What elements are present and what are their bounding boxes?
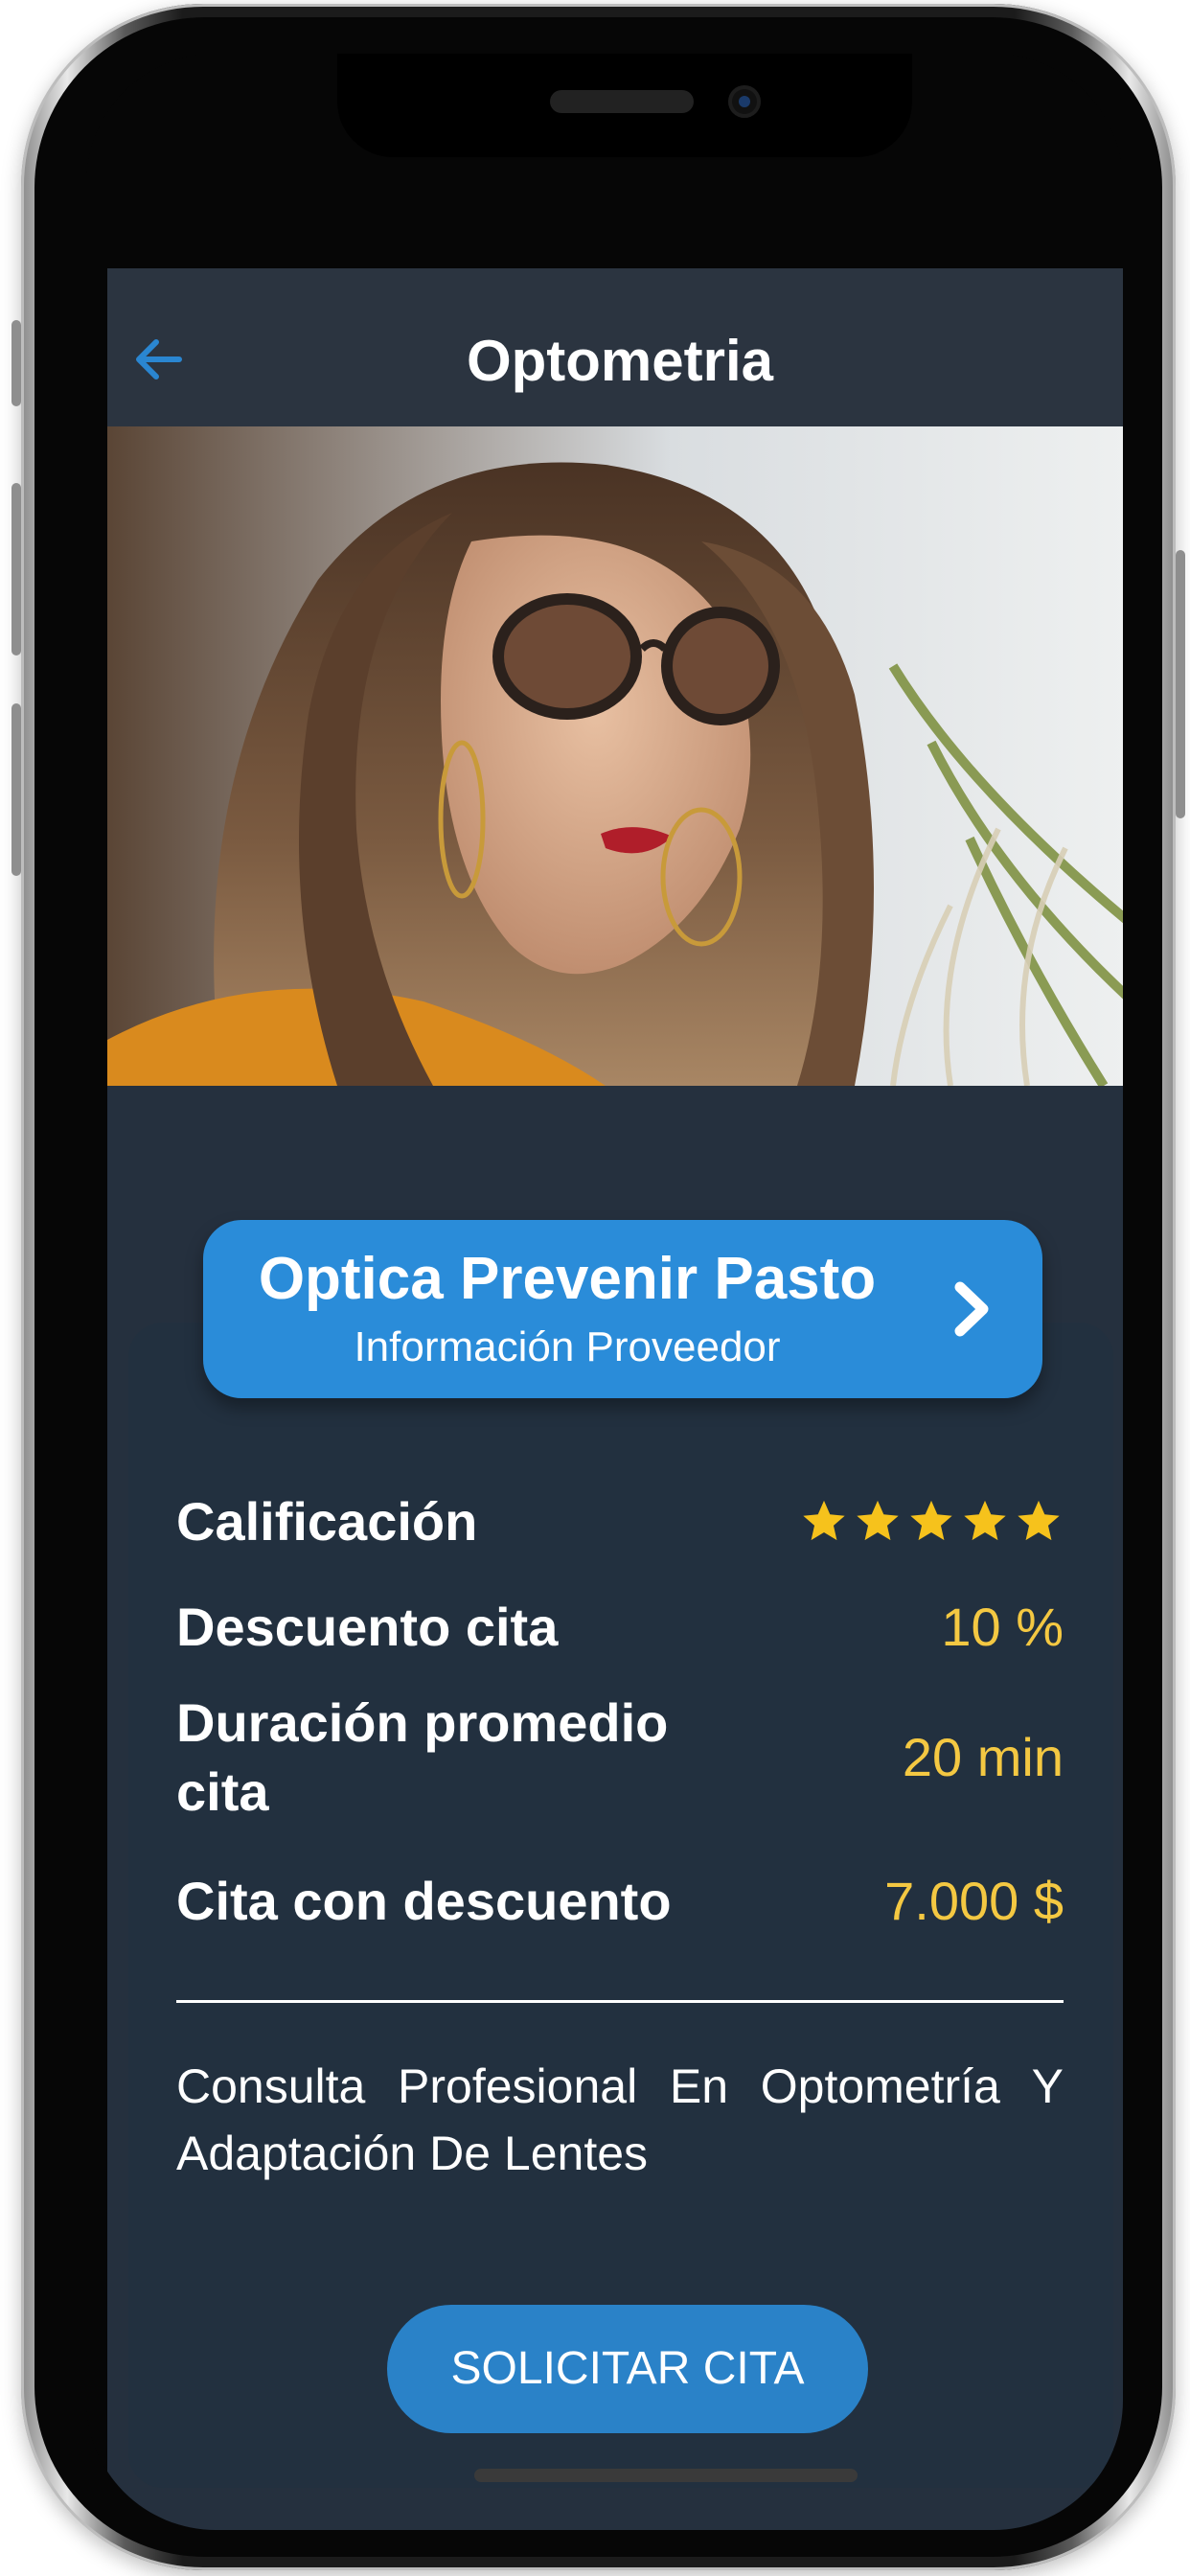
divider [176,2000,1064,2003]
hero-image [107,426,1123,1086]
provider-name: Optica Prevenir Pasto [258,1246,877,1312]
app-screen: Optometria Optica Prevenir Pasto Informa… [107,268,1123,2530]
front-camera [728,85,761,118]
power-button [1176,550,1185,818]
price-value: 7.000 $ [884,1871,1064,1931]
phone-screen: Optometria Optica Prevenir Pasto Informa… [86,54,1123,2530]
star-icon [857,1500,899,1541]
star-icon [803,1500,845,1541]
duration-label: Duración promedio cita [176,1692,669,1822]
rating-row: Calificación [176,1487,1064,1556]
volume-up-button [11,483,21,656]
provider-subtitle: Información Proveedor [354,1323,781,1370]
page-title: Optometria [466,329,774,393]
chevron-right-icon [954,1281,989,1337]
speaker [550,90,694,113]
phone-frame: Optometria Optica Prevenir Pasto Informa… [11,4,1185,2570]
service-description: Consulta Profesional En Optometría Y Ada… [176,2059,1064,2180]
top-bar: Optometria [107,268,1123,426]
discount-value: 10 % [941,1597,1064,1657]
price-row: Cita con descuento 7.000 $ [176,1867,1064,1936]
star-icon [1018,1500,1060,1541]
woman-sunglasses-photo [107,426,1123,1086]
star-icon [964,1500,1006,1541]
silent-switch [11,320,21,406]
duration-value: 20 min [902,1727,1064,1787]
provider-info-button[interactable]: Optica Prevenir Pasto Información Provee… [203,1220,1042,1398]
rating-label: Calificación [176,1491,478,1552]
home-indicator [474,2469,858,2482]
star-icon [910,1500,952,1541]
discount-label: Descuento cita [176,1597,559,1657]
volume-down-button [11,703,21,876]
duration-row: Duración promedio cita 20 min [176,1689,1064,1827]
price-label: Cita con descuento [176,1871,672,1931]
rating-stars [799,1497,1064,1547]
discount-row: Descuento cita 10 % [176,1593,1064,1662]
request-appointment-button[interactable]: SOLICITAR CITA [387,2305,868,2433]
